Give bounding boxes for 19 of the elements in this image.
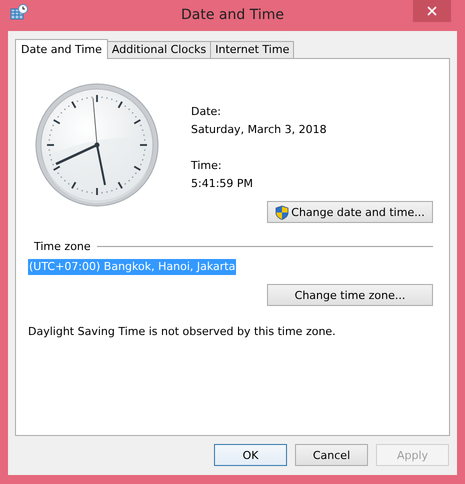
- tab[interactable]: Date and Time: [15, 39, 108, 59]
- window-title: Date and Time: [181, 7, 284, 23]
- close-icon: [427, 6, 437, 16]
- date-label: Date:: [191, 104, 222, 120]
- change-date-button[interactable]: Change date and time...: [267, 201, 433, 223]
- tab[interactable]: Internet Time: [210, 41, 294, 58]
- time-label: Time:: [191, 158, 223, 174]
- dst-note: Daylight Saving Time is not observed by this time zone.: [28, 325, 337, 338]
- date-value: Saturday, March 3, 2018: [191, 122, 327, 138]
- tab[interactable]: Additional Clocks: [106, 41, 212, 58]
- time-value: 5:41:59 PM: [191, 176, 254, 192]
- change-time-zone-button[interactable]: Change time zone...: [267, 284, 433, 306]
- close-button[interactable]: [413, 0, 451, 22]
- dialog-button[interactable]: Cancel: [295, 444, 368, 466]
- calendar-clock-icon: [10, 4, 28, 20]
- dialog-button[interactable]: OK: [214, 444, 287, 466]
- shield-icon: [275, 204, 290, 220]
- time-zone-heading: Time zone: [34, 240, 91, 253]
- time-zone-value: (UTC+07:00) Bangkok, Hanoi, Jakarta: [28, 259, 236, 275]
